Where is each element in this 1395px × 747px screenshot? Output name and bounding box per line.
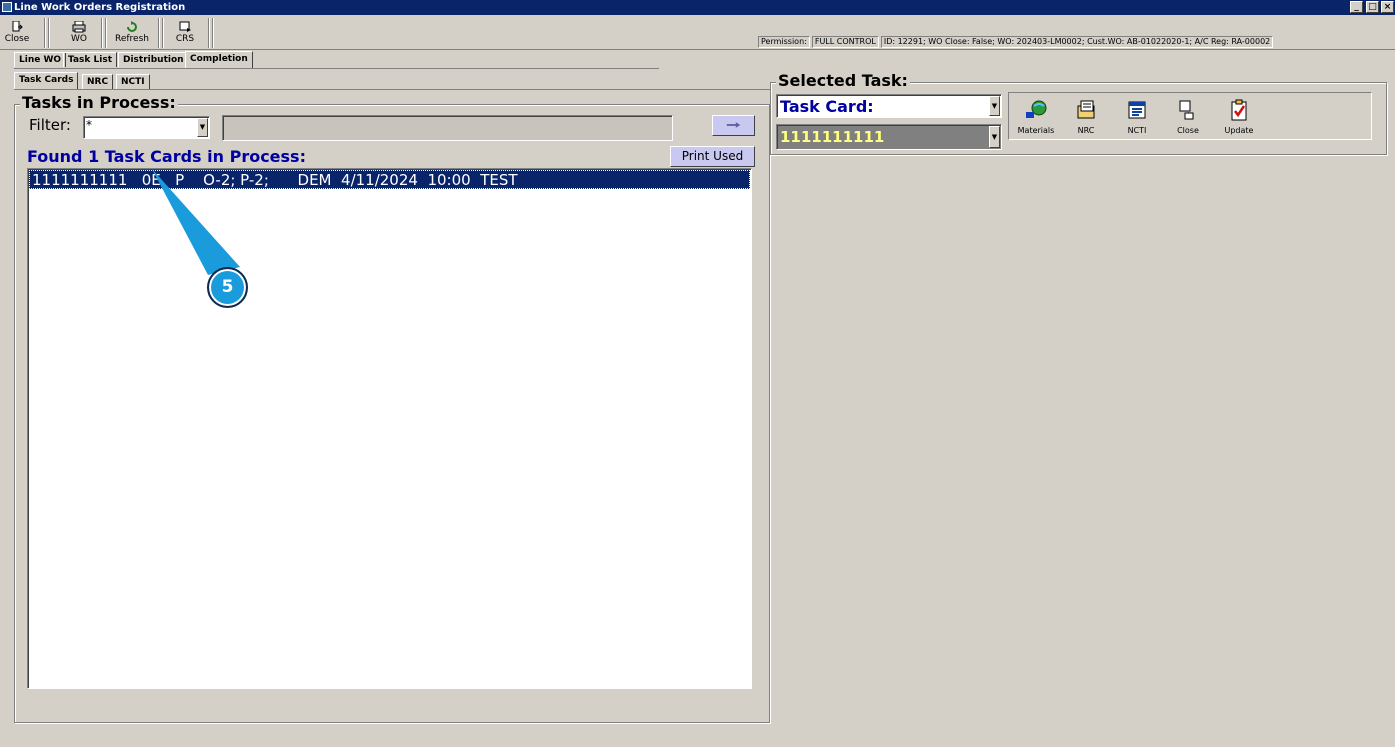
arrow-right-icon [726,122,740,128]
filter-label: Filter: [29,116,71,134]
wo-button-label: WO [71,34,87,44]
wo-button[interactable]: WO [64,19,94,48]
update-button[interactable]: Update [1215,95,1263,139]
chevron-down-icon[interactable]: ▼ [989,96,1000,116]
toolbar-separator [48,18,50,48]
app-icon [2,2,12,12]
printer-icon [72,21,86,33]
record-info: ID: 12291; WO Close: False; WO: 202403-L… [880,36,1274,48]
crs-button[interactable]: CRS [170,19,200,48]
refresh-button-label: Refresh [115,34,149,44]
close-task-button[interactable]: Close [1164,95,1212,139]
close-button-label: Close [4,34,30,44]
tab-ncti[interactable]: NCTI [116,74,150,89]
tab-distribution[interactable]: Distribution [118,52,189,67]
step-number-badge: 5 [207,267,248,308]
toolbar-divider [0,49,1395,50]
minimize-button[interactable]: _ [1350,1,1363,13]
window-title: Line Work Orders Registration [14,2,186,13]
materials-icon [1026,100,1047,118]
toolbar-separator [208,18,210,48]
maximize-button[interactable]: □ [1366,1,1379,13]
chevron-down-icon[interactable]: ▼ [197,118,208,137]
toolbar-separator [101,18,103,48]
task-card-combo[interactable]: 1111111111 ▼ [776,124,1002,150]
sub-tab-strip: Task Cards NRC NCTI [14,72,770,93]
main-tab-strip: Line WO Task List Distribution Completio… [14,51,659,70]
nrc-label: NRC [1077,126,1095,135]
task-type-combo[interactable]: Task Card: ▼ [776,94,1002,118]
nrc-button[interactable]: NRC [1062,95,1110,139]
refresh-button[interactable]: Refresh [113,19,151,48]
sub-tab-baseline [14,89,770,90]
permission-value: FULL CONTROL [811,36,879,48]
close-button[interactable]: Close [3,19,31,48]
toolbar-separator [162,18,164,48]
ncti-button[interactable]: NCTI [1113,95,1161,139]
toolbar-separator [105,18,107,48]
toolbar-separator [44,18,46,48]
filter-value: * [86,118,92,132]
task-card-value: 1111111111 [780,128,885,146]
close-task-label: Close [1177,126,1199,135]
selected-task-title: Selected Task: [776,71,910,90]
tab-line-wo[interactable]: Line WO [14,52,67,67]
ncti-label: NCTI [1127,126,1147,135]
tab-task-list[interactable]: Task List [63,52,118,67]
toolbar-separator [158,18,160,48]
title-bar: Line Work Orders Registration _ □ × [0,0,1395,15]
tab-baseline [14,68,659,69]
close-window-button[interactable]: × [1381,1,1394,13]
filter-combo[interactable]: * ▼ [83,116,210,139]
crs-button-label: CRS [175,34,195,44]
task-type-value: Task Card: [780,97,874,116]
toolbar-separator [212,18,214,48]
found-count-text: Found 1 Task Cards in Process: [27,147,306,166]
close-doc-icon [1179,100,1194,120]
list-item[interactable]: 1111111111 0E P O-2; P-2; DEM 4/11/2024 … [29,170,750,189]
tasks-in-process-title: Tasks in Process: [20,93,178,112]
callout-tail [152,169,240,275]
tab-completion[interactable]: Completion [185,51,253,68]
crs-document-icon [179,21,191,32]
tab-task-cards[interactable]: Task Cards [14,72,79,89]
filter-description-field [222,115,673,141]
update-check-icon [1231,99,1247,121]
permission-label: Permission: [758,36,810,48]
ncti-icon [1128,101,1146,119]
refresh-icon [127,21,137,32]
tab-nrc[interactable]: NRC [82,74,114,89]
print-used-button[interactable]: Print Used [670,146,755,167]
status-strip: Permission: FULL CONTROL ID: 12291; WO Clo… [758,36,1275,48]
materials-label: Materials [1017,126,1055,135]
materials-button[interactable]: Materials [1012,95,1060,139]
update-label: Update [1224,126,1254,135]
nrc-icon [1077,100,1095,119]
task-list[interactable]: 1111111111 0E P O-2; P-2; DEM 4/11/2024 … [27,168,752,689]
chevron-down-icon[interactable]: ▼ [989,126,1000,148]
exit-door-icon [12,21,23,32]
apply-filter-button[interactable] [712,115,755,136]
